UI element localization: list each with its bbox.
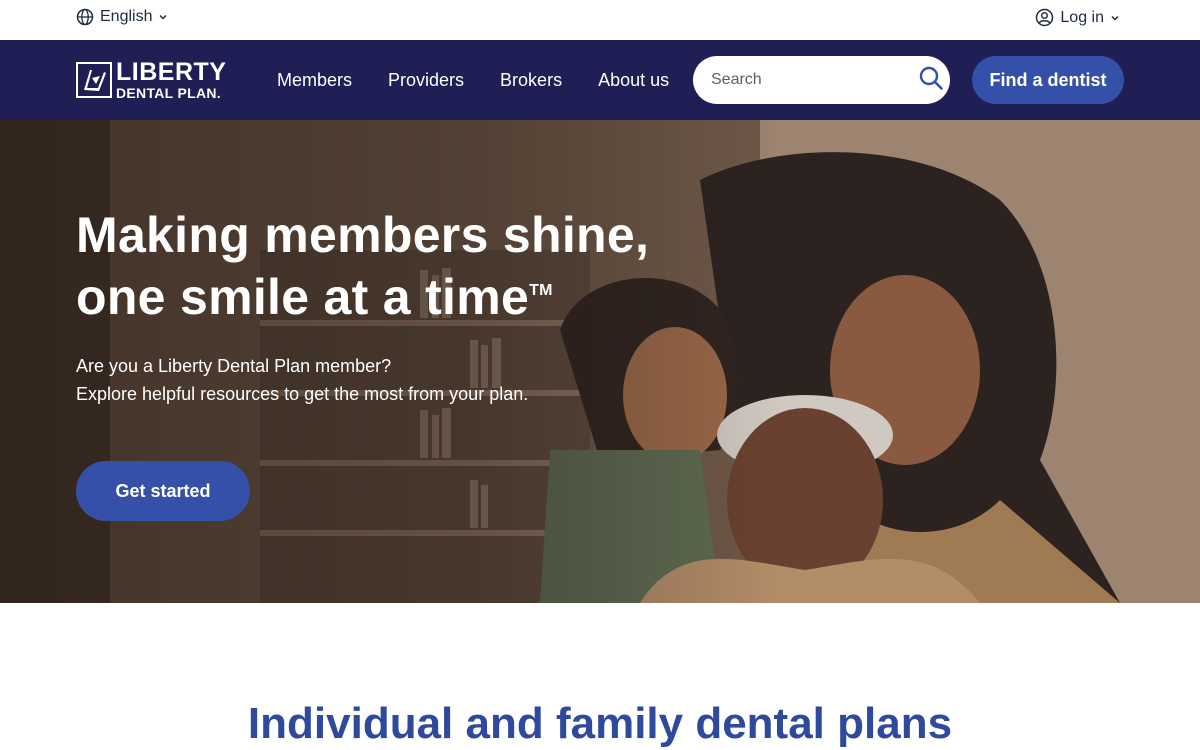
login-label: Log in [1060, 8, 1104, 26]
hero-banner: Making members shine, one smile at a tim… [0, 120, 1200, 603]
nav-link-providers[interactable]: Providers [388, 70, 464, 91]
hero-subtitle-line-2: Explore helpful resources to get the mos… [76, 384, 529, 404]
nav-links: Members Providers Brokers About us [277, 40, 669, 120]
chevron-down-icon [158, 12, 168, 22]
login-menu[interactable]: Log in [1035, 8, 1120, 27]
language-selector[interactable]: English [76, 8, 168, 26]
language-label: English [100, 8, 153, 25]
globe-icon [76, 8, 94, 26]
hero-title: Making members shine, one smile at a tim… [76, 204, 716, 328]
hero-title-line-1: Making members shine, [76, 207, 650, 263]
nav-link-brokers[interactable]: Brokers [500, 70, 562, 91]
plans-section-title: Individual and family dental plans [247, 699, 953, 748]
hero-title-line-2-text: one smile at a time [76, 269, 530, 325]
search-icon [918, 65, 944, 96]
logo-line-1: LIBERTY [116, 58, 227, 86]
nav-link-about-us[interactable]: About us [598, 70, 669, 91]
site-logo[interactable]: LIBERTY DENTAL PLAN. [76, 60, 246, 100]
hero-subtitle: Are you a Liberty Dental Plan member? Ex… [76, 352, 676, 408]
trademark-symbol: TM [529, 282, 553, 299]
hero-subtitle-line-1: Are you a Liberty Dental Plan member? [76, 356, 392, 376]
get-started-button[interactable]: Get started [76, 461, 250, 521]
logo-wordmark: LIBERTY DENTAL PLAN. [116, 58, 227, 101]
chevron-down-icon [1110, 13, 1120, 23]
main-navbar: LIBERTY DENTAL PLAN. Members Providers B… [0, 40, 1200, 120]
user-circle-icon [1035, 8, 1054, 27]
logo-mark-icon [76, 62, 112, 98]
search-box [693, 56, 950, 104]
nav-link-members[interactable]: Members [277, 70, 352, 91]
logo-line-2: DENTAL PLAN. [116, 85, 221, 101]
hero-title-line-2: one smile at a timeTM [76, 266, 716, 328]
search-button[interactable] [918, 65, 944, 95]
find-dentist-button[interactable]: Find a dentist [972, 56, 1124, 104]
search-input[interactable] [711, 71, 918, 89]
utility-bar: English Log in [0, 0, 1200, 40]
